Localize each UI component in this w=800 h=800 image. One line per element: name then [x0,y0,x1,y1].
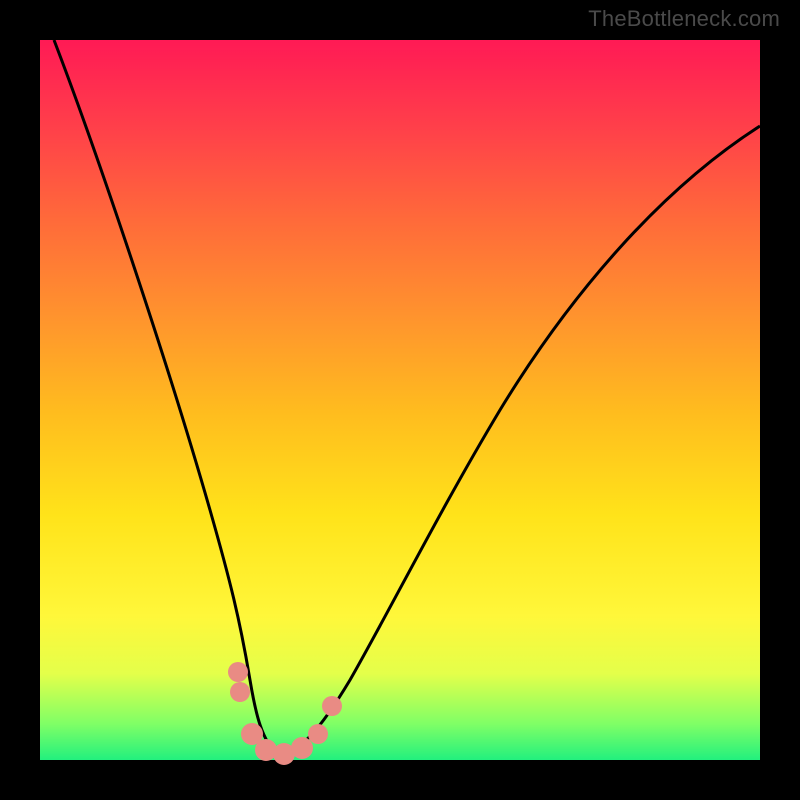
chart-svg [40,40,760,760]
marker-cluster [228,662,342,765]
right-curve [278,126,760,756]
plot-area [40,40,760,760]
chart-frame: TheBottleneck.com [0,0,800,800]
left-curve [54,40,278,756]
watermark-text: TheBottleneck.com [588,6,780,32]
